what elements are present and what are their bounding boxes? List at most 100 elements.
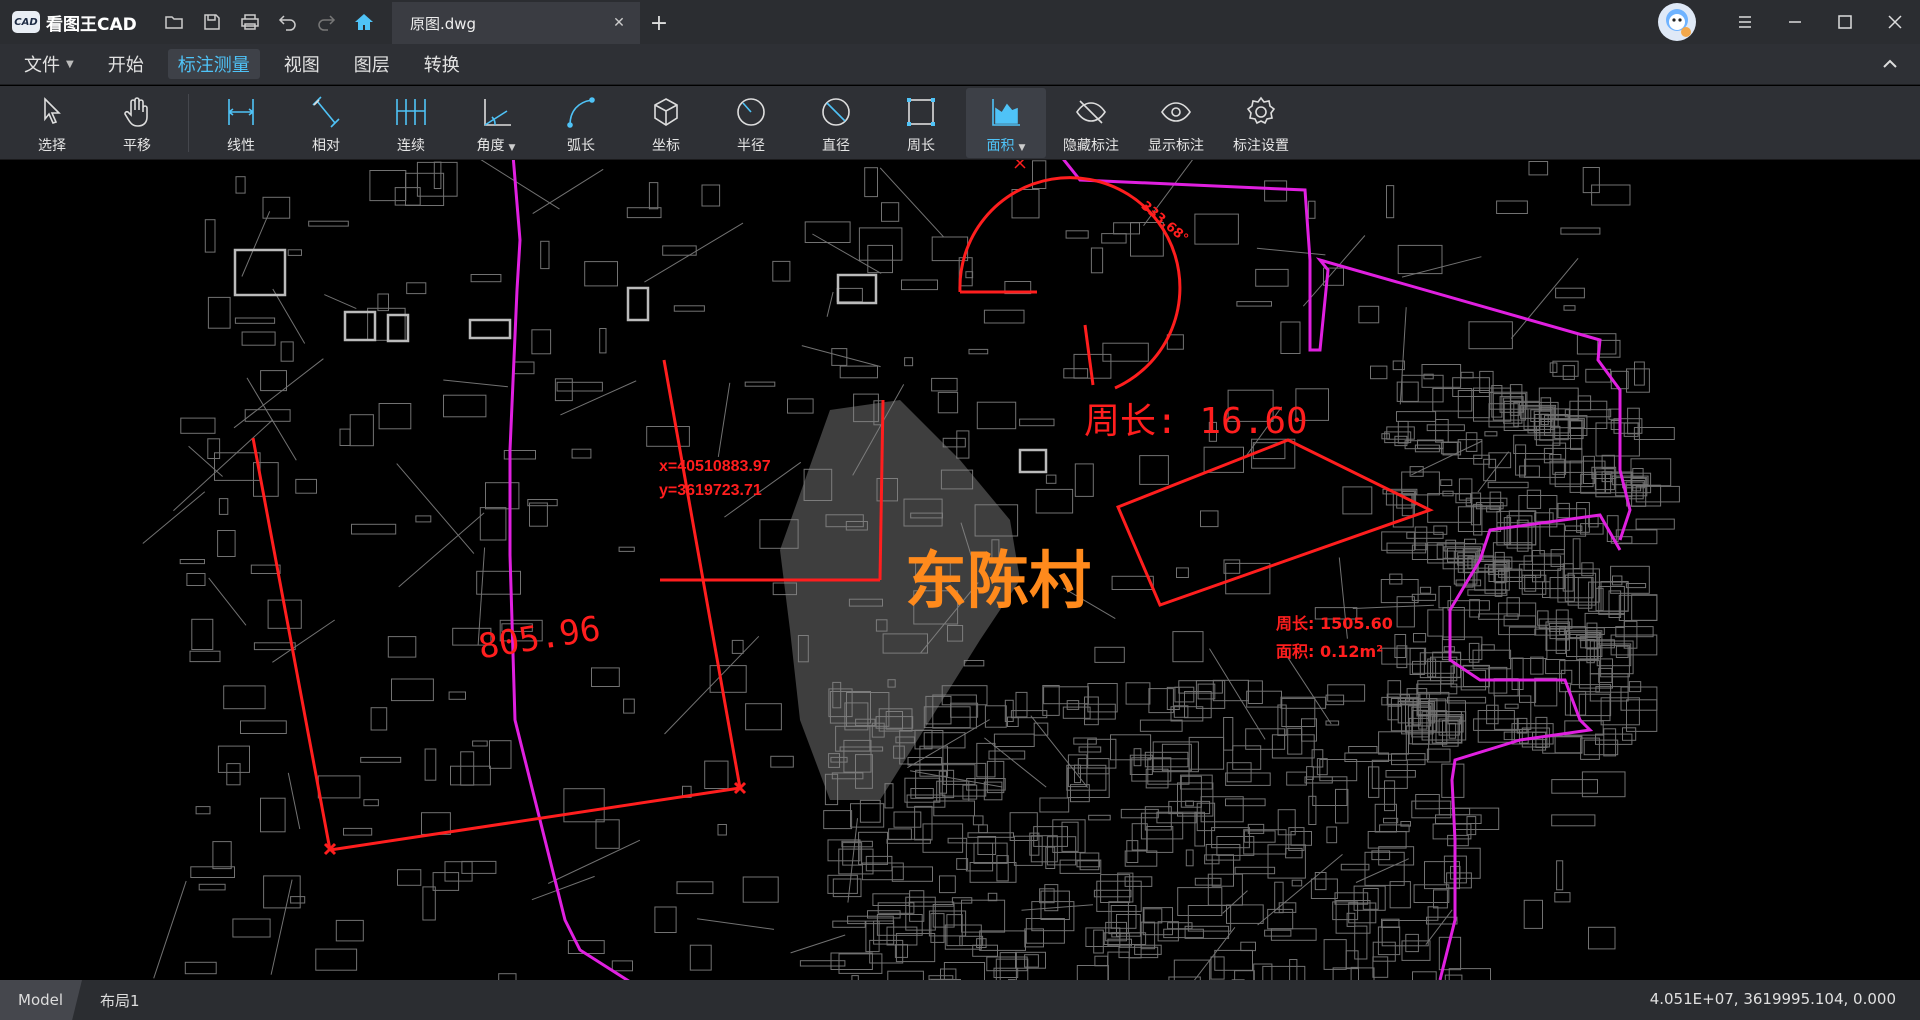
menu-convert[interactable]: 转换 [414, 49, 470, 79]
menu-file[interactable]: 文件 ▼ [14, 49, 84, 79]
menu-file-label: 文件 [24, 55, 60, 76]
map-road [984, 737, 1047, 788]
tool-linear[interactable]: 线性 [201, 88, 281, 158]
map-block [867, 244, 893, 274]
map-block [391, 678, 434, 702]
tool-pan[interactable]: 平移 [97, 88, 177, 158]
coordinate-y-text: y=3619723.71 [659, 482, 762, 499]
tool-area[interactable]: 面积 ▼ [966, 88, 1046, 158]
maximize-icon[interactable] [1820, 0, 1870, 44]
drawing-canvas[interactable]: 805.96 x=40510883.97 y=3619723.71 333.68… [0, 160, 1920, 980]
menu-annotate-measure[interactable]: 标注测量 [167, 49, 260, 79]
tool-hide-annotations[interactable]: 隐藏标注 [1051, 88, 1131, 158]
tool-aligned[interactable]: 相对 [286, 88, 366, 158]
map-block [1508, 626, 1548, 660]
new-tab-button[interactable]: + [646, 10, 672, 36]
chevron-up-icon[interactable] [1878, 52, 1902, 76]
map-block [1415, 794, 1440, 810]
eye-hidden-icon [1071, 92, 1111, 132]
map-block [1569, 460, 1606, 493]
tab-model[interactable]: Model [0, 980, 82, 1020]
map-block [1377, 926, 1401, 956]
map-block [1530, 656, 1544, 675]
map-block [1412, 660, 1455, 674]
map-block [1030, 835, 1058, 863]
map-road [532, 168, 604, 215]
tool-select[interactable]: 选择 [12, 88, 92, 158]
tool-arc-length[interactable]: 弧长 [541, 88, 621, 158]
map-block [450, 765, 491, 786]
map-block [1234, 970, 1255, 980]
map-block [865, 855, 893, 872]
tab-layout-1[interactable]: 布局1 [82, 980, 158, 1020]
tool-annotation-settings[interactable]: 标注设置 [1221, 88, 1301, 158]
print-icon[interactable] [231, 0, 269, 44]
map-block [1555, 287, 1585, 299]
close-tab-icon[interactable]: ✕ [608, 12, 630, 34]
map-block [611, 960, 633, 972]
app-name: 看图王CAD [46, 14, 137, 35]
save-icon[interactable] [193, 0, 231, 44]
map-block [295, 478, 317, 494]
map-block [1173, 705, 1189, 718]
map-block [1319, 759, 1358, 782]
tool-continuous[interactable]: 连续 [371, 88, 451, 158]
undo-icon[interactable] [269, 0, 307, 44]
open-folder-icon[interactable] [155, 0, 193, 44]
map-block [1396, 411, 1437, 422]
close-window-icon[interactable] [1870, 0, 1920, 44]
map-block [387, 636, 417, 658]
map-block [770, 755, 794, 768]
map-road [1193, 926, 1236, 980]
map-block [1223, 717, 1234, 751]
map-block [1370, 365, 1388, 380]
map-block [962, 784, 978, 800]
map-block [204, 219, 216, 253]
map-block [244, 409, 291, 422]
map-block [1185, 849, 1194, 867]
app-logo-badge: CAD [12, 11, 40, 33]
map-block [179, 559, 205, 565]
map-block [1458, 478, 1473, 501]
minimize-icon[interactable] [1770, 0, 1820, 44]
map-road [188, 445, 223, 477]
map-block [1584, 612, 1625, 628]
tool-radius[interactable]: 半径 [711, 88, 791, 158]
map-block [1625, 583, 1647, 589]
map-block [988, 750, 1026, 760]
map-road [272, 619, 335, 663]
tool-coordinate[interactable]: 坐标 [626, 88, 706, 158]
tool-diameter[interactable]: 直径 [796, 88, 876, 158]
tool-perimeter[interactable]: 周长 [881, 88, 961, 158]
map-block [1569, 400, 1608, 429]
map-road [241, 211, 271, 277]
tool-area-label: 面积 ▼ [986, 138, 1026, 154]
map-block [363, 799, 379, 807]
map-block [335, 919, 364, 942]
map-block [838, 953, 883, 974]
eye-icon [1156, 92, 1196, 132]
menu-view[interactable]: 视图 [274, 49, 330, 79]
avatar[interactable] [1658, 3, 1696, 41]
redo-icon[interactable] [307, 0, 345, 44]
map-block [1381, 433, 1390, 440]
map-block [1133, 748, 1142, 767]
map-road [644, 222, 744, 283]
map-block [1350, 966, 1359, 980]
menu-layer[interactable]: 图层 [344, 49, 400, 79]
menu-start[interactable]: 开始 [98, 49, 154, 79]
tool-show-annotations[interactable]: 显示标注 [1136, 88, 1216, 158]
map-block [858, 227, 903, 261]
document-tab[interactable]: 原图.dwg ✕ [392, 2, 640, 44]
home-icon[interactable] [345, 0, 383, 44]
map-road [717, 382, 731, 457]
map-block [433, 161, 442, 189]
map-block [397, 869, 422, 886]
tool-angle[interactable]: 角度 ▼ [456, 88, 536, 158]
map-block [1433, 889, 1448, 909]
map-road [812, 233, 882, 274]
map-block [1094, 955, 1109, 967]
menu-icon[interactable] [1720, 0, 1770, 44]
map-block [1438, 585, 1452, 609]
map-block [804, 221, 851, 244]
